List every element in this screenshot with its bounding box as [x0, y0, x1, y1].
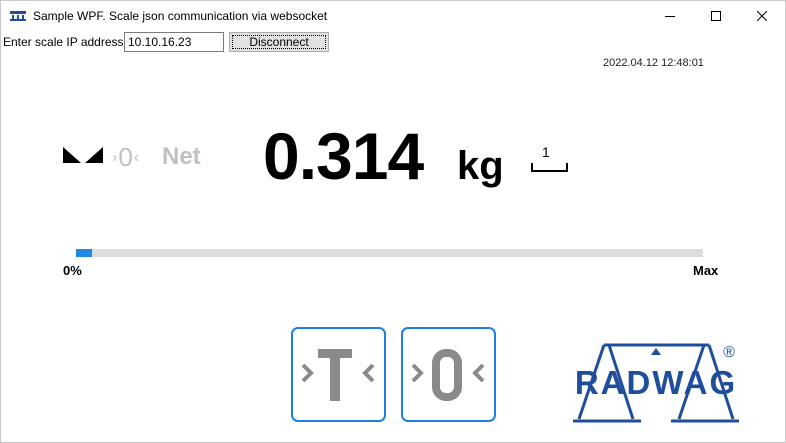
maximize-icon	[711, 11, 721, 21]
zero-icon	[411, 349, 485, 401]
ip-address-label: Enter scale IP address:	[3, 35, 127, 49]
progress-min-label: 0%	[63, 263, 82, 278]
radwag-logo: RADWAG ®	[573, 343, 739, 423]
app-icon	[10, 11, 26, 21]
minimize-button[interactable]	[647, 1, 693, 31]
logo-text: RADWAG	[575, 364, 737, 401]
ip-address-input[interactable]	[124, 32, 224, 52]
progress-max-label: Max	[693, 263, 719, 278]
zero-indicator-label: 0	[118, 142, 134, 172]
minimize-icon	[665, 16, 675, 17]
logo-registered-mark: ®	[723, 344, 735, 361]
weight-unit: kg	[457, 144, 504, 188]
window-title: Sample WPF. Scale json communication via…	[33, 9, 328, 23]
tare-button[interactable]	[291, 327, 386, 422]
close-icon	[757, 11, 767, 21]
datetime-display: 2022.04.12 12:48:01	[603, 57, 704, 69]
load-progress-bar	[76, 249, 703, 257]
load-progress-fill	[76, 249, 92, 257]
app-window: Sample WPF. Scale json communication via…	[0, 0, 786, 443]
disconnect-button[interactable]: Disconnect	[229, 32, 329, 52]
zero-right-arrow: ‹	[133, 149, 141, 166]
weight-value: 0.314	[263, 119, 424, 193]
zero-button[interactable]	[401, 327, 496, 422]
zero-left-arrow: ›	[112, 149, 119, 166]
platform-number: 1	[542, 144, 550, 160]
close-button[interactable]	[739, 1, 785, 31]
maximize-button[interactable]	[693, 1, 739, 31]
platform-icon	[531, 163, 568, 172]
tare-icon	[301, 349, 375, 401]
title-bar[interactable]: Sample WPF. Scale json communication via…	[1, 1, 785, 31]
stability-icon	[63, 147, 103, 163]
net-indicator: Net	[162, 143, 201, 170]
zero-indicator: ›0‹	[112, 142, 140, 173]
